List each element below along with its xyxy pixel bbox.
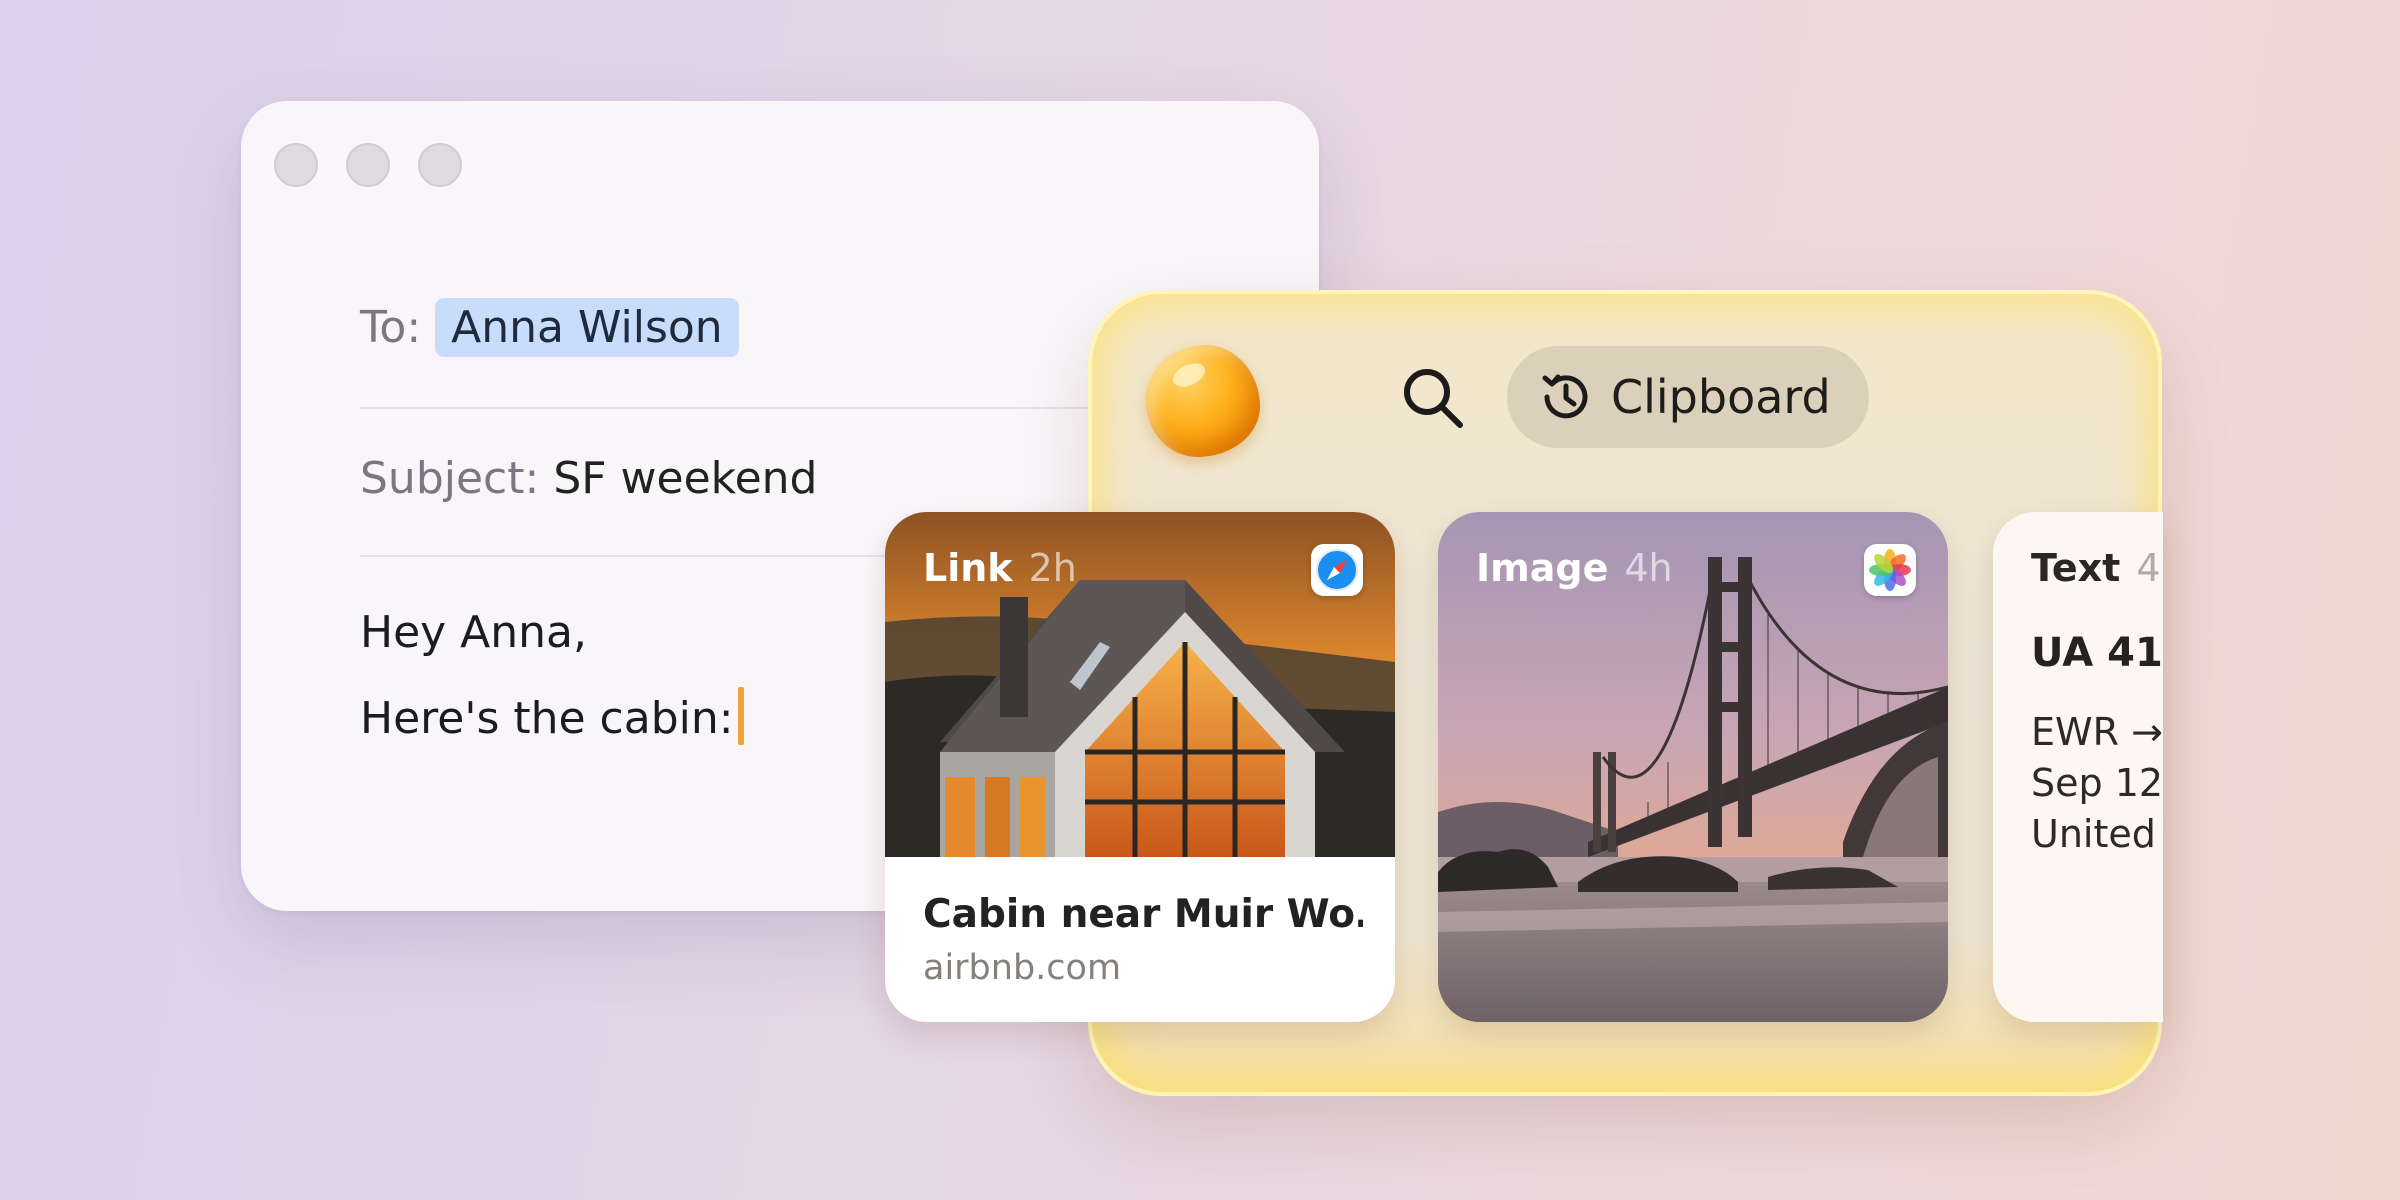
text-caret xyxy=(737,687,744,745)
link-title: Cabin near Muir Wo… xyxy=(923,892,1363,937)
card-header: Text 4h xyxy=(2031,546,2163,590)
clipboard-card-image[interactable]: Image 4h xyxy=(1438,512,1948,1022)
subject-label: Subject: xyxy=(360,453,540,504)
card-header: Image 4h xyxy=(1476,546,1673,590)
clipboard-tab[interactable]: Clipboard xyxy=(1507,346,1869,448)
to-label: To: xyxy=(360,302,422,353)
clipboard-card-text[interactable]: Text 4h UA 415 EWR → Sep 12 United xyxy=(1993,512,2163,1022)
card-type-label: Text xyxy=(2031,546,2121,590)
close-window-button[interactable] xyxy=(274,143,318,187)
card-type-label: Image xyxy=(1476,546,1609,590)
message-body-line[interactable]: Hey Anna, xyxy=(360,607,587,658)
amber-blob-logo[interactable] xyxy=(1146,345,1260,457)
message-body-text: Here's the cabin: xyxy=(360,693,734,744)
clipboard-card-link[interactable]: Link 2h Cabin near Muir Wo… airbnb.com xyxy=(885,512,1395,1022)
safari-icon xyxy=(1311,544,1363,596)
subject-field[interactable]: Subject: SF weekend xyxy=(360,453,817,504)
text-card-title: UA 415 xyxy=(2031,630,2163,676)
link-domain: airbnb.com xyxy=(923,948,1122,988)
card-header: Link 2h xyxy=(923,546,1077,590)
minimize-window-button[interactable] xyxy=(346,143,390,187)
message-body-line[interactable]: Here's the cabin: xyxy=(360,687,744,745)
text-card-line: United xyxy=(2031,812,2156,856)
card-age: 4h xyxy=(2136,546,2163,590)
to-field[interactable]: To: Anna Wilson xyxy=(360,298,739,357)
subject-value: SF weekend xyxy=(553,453,818,504)
window-controls xyxy=(274,143,462,187)
text-card-line: EWR → xyxy=(2031,710,2163,754)
card-age: 2h xyxy=(1028,546,1077,590)
text-card-line: Sep 12 xyxy=(2031,761,2163,805)
history-icon xyxy=(1542,374,1588,419)
photos-icon xyxy=(1864,544,1916,596)
text-card-lines: EWR → Sep 12 United xyxy=(2031,707,2163,860)
recipient-chip[interactable]: Anna Wilson xyxy=(435,298,739,357)
search-icon[interactable] xyxy=(1398,363,1468,433)
zoom-window-button[interactable] xyxy=(418,143,462,187)
clipboard-tab-label: Clipboard xyxy=(1611,370,1831,424)
card-age: 4h xyxy=(1624,546,1673,590)
card-type-label: Link xyxy=(923,546,1013,590)
